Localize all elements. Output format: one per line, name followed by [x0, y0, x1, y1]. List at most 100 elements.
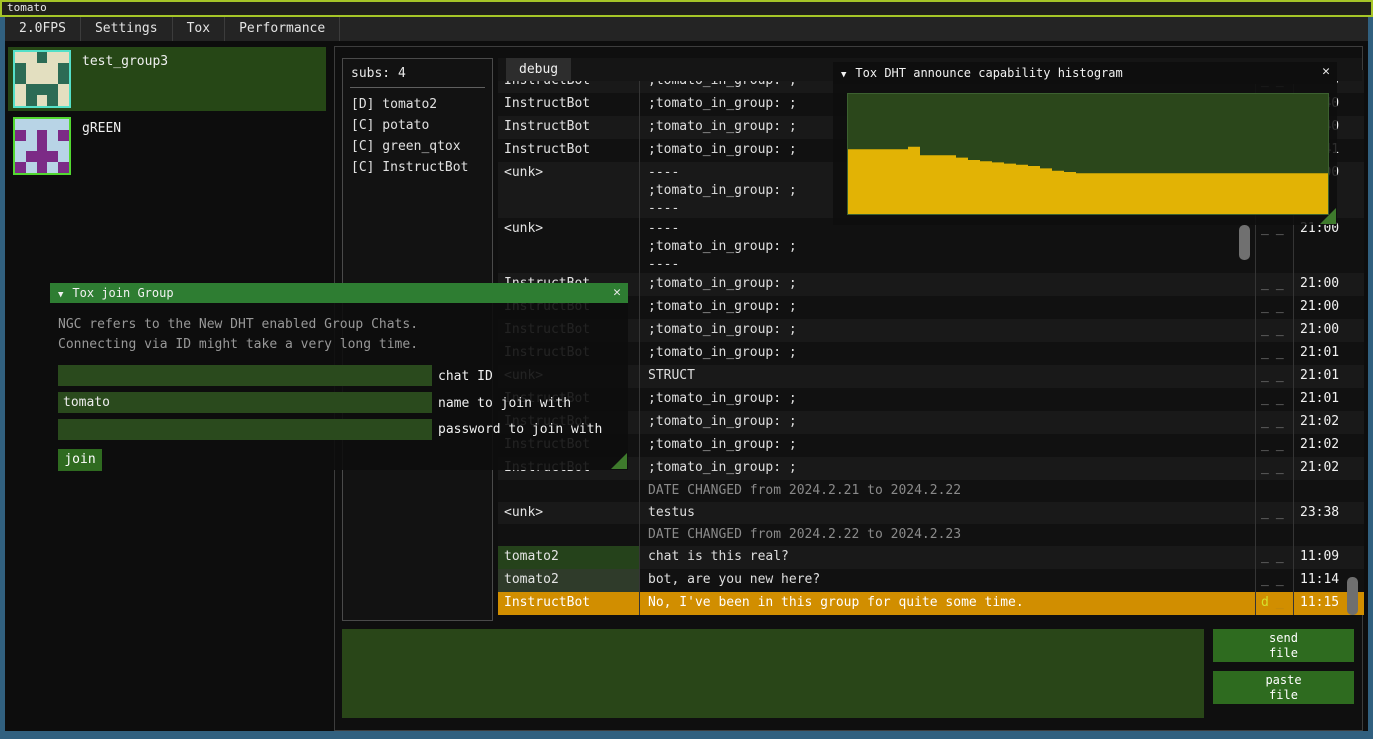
paste-file-label-2: file — [1213, 688, 1354, 703]
join-name-field[interactable] — [58, 392, 432, 413]
chat-message-row[interactable]: <unk>testus__23:38 — [498, 502, 1364, 524]
date-separator-row[interactable]: DATE CHANGED from 2024.2.21 to 2024.2.22 — [498, 480, 1364, 502]
message-text: DATE CHANGED from 2024.2.22 to 2024.2.23 — [640, 524, 1255, 546]
subs-list-item[interactable]: [D] tomato2 — [343, 94, 492, 115]
delivery-status — [1255, 480, 1293, 502]
menu-item-2-0fps[interactable]: 2.0FPS — [5, 17, 81, 41]
app-root: tomato 2.0FPSSettingsToxPerformance test… — [0, 0, 1373, 739]
resize-grip[interactable] — [1320, 208, 1336, 224]
timestamp: 21:02 — [1293, 434, 1345, 457]
chat-message-row[interactable]: InstructBotNo, I've been in this group f… — [498, 592, 1364, 615]
message-input[interactable] — [342, 629, 1204, 718]
collapse-icon[interactable]: ▼ — [841, 70, 846, 80]
join-desc-line1: NGC refers to the New DHT enabled Group … — [58, 317, 418, 332]
chat-scrollbar-thumb[interactable] — [1347, 577, 1358, 615]
collapse-icon[interactable]: ▼ — [58, 290, 63, 300]
group-list: test_group3 gREEN — [8, 47, 326, 181]
message-text: ;tomato_in_group: ; — [640, 388, 1255, 411]
send-file-label-2: file — [1213, 646, 1354, 661]
chat-message-row[interactable]: tomato2chat is this real?__11:09 — [498, 546, 1364, 569]
group-item-test_group3[interactable]: test_group3 — [8, 47, 326, 111]
paste-file-label-1: paste — [1213, 673, 1354, 688]
send-file-label-1: send — [1213, 631, 1354, 646]
sender-name: <unk> — [498, 502, 640, 524]
chat-message-row[interactable]: <unk>----;tomato_in_group: ;----__21:00 — [498, 218, 1364, 273]
histogram-titlebar[interactable]: ▼Tox DHT announce capability histogram ✕ — [833, 62, 1337, 84]
message-text: STRUCT — [640, 365, 1255, 388]
delivery-status: __ — [1255, 502, 1293, 524]
subs-list-item[interactable]: [C] InstructBot — [343, 157, 492, 178]
subs-count: subs: 4 — [343, 59, 492, 85]
chat-id-field[interactable] — [58, 365, 432, 386]
join-button[interactable]: join — [58, 449, 102, 471]
message-text: ----;tomato_in_group: ;---- — [640, 218, 1255, 273]
sender-name: tomato2 — [498, 546, 640, 569]
menu-item-settings[interactable]: Settings — [81, 17, 173, 41]
paste-file-button[interactable]: paste file — [1213, 671, 1354, 704]
group-name: gREEN — [82, 121, 121, 136]
delivery-status: __ — [1255, 365, 1293, 388]
histogram-chart — [848, 94, 1328, 214]
sender-name: <unk> — [498, 162, 640, 218]
delivery-status: d_ — [1255, 592, 1293, 615]
delivery-status: __ — [1255, 342, 1293, 365]
chat-id-label: chat ID — [438, 369, 493, 384]
sender-name — [498, 480, 640, 502]
delivery-status: __ — [1255, 388, 1293, 411]
tab-debug[interactable]: debug — [506, 58, 571, 81]
subs-list-item[interactable]: [C] potato — [343, 115, 492, 136]
timestamp: 21:02 — [1293, 457, 1345, 480]
group-avatar — [13, 50, 71, 108]
timestamp: 11:14 — [1293, 569, 1345, 592]
group-avatar — [13, 117, 71, 175]
message-text: chat is this real? — [640, 546, 1255, 569]
separator — [350, 87, 485, 88]
date-separator-row[interactable]: DATE CHANGED from 2024.2.22 to 2024.2.23 — [498, 524, 1364, 546]
menu-item-performance[interactable]: Performance — [225, 17, 340, 41]
message-text: ;tomato_in_group: ; — [640, 319, 1255, 342]
menu-item-tox[interactable]: Tox — [173, 17, 225, 41]
timestamp: 21:02 — [1293, 411, 1345, 434]
window-frame-bottom — [0, 731, 1373, 739]
window-titlebar[interactable]: tomato — [0, 0, 1373, 17]
timestamp: 23:38 — [1293, 502, 1345, 524]
histogram-window: ▼Tox DHT announce capability histogram ✕ — [833, 62, 1337, 225]
timestamp: 21:01 — [1293, 342, 1345, 365]
delivery-status: __ — [1255, 434, 1293, 457]
join-group-title: Tox join Group — [72, 286, 173, 300]
window-frame-left — [0, 17, 5, 731]
message-text: No, I've been in this group for quite so… — [640, 592, 1255, 615]
send-file-button[interactable]: send file — [1213, 629, 1354, 662]
message-text: ;tomato_in_group: ; — [640, 342, 1255, 365]
message-scrollbar-thumb[interactable] — [1239, 225, 1250, 260]
timestamp: 21:00 — [1293, 319, 1345, 342]
delivery-status: __ — [1255, 273, 1293, 296]
delivery-status: __ — [1255, 319, 1293, 342]
menu-bar: 2.0FPSSettingsToxPerformance — [5, 17, 1368, 41]
join-desc-line2: Connecting via ID might take a very long… — [58, 337, 418, 352]
message-text: DATE CHANGED from 2024.2.21 to 2024.2.22 — [640, 480, 1255, 502]
timestamp: 21:01 — [1293, 365, 1345, 388]
message-text: testus — [640, 502, 1255, 524]
resize-grip[interactable] — [611, 453, 627, 469]
subs-list-item[interactable]: [C] green_qtox — [343, 136, 492, 157]
sender-name: tomato2 — [498, 569, 640, 592]
join-group-titlebar[interactable]: ▼ Tox join Group ✕ — [50, 283, 628, 303]
delivery-status: __ — [1255, 546, 1293, 569]
delivery-status: __ — [1255, 218, 1293, 273]
delivery-status — [1255, 524, 1293, 546]
window-frame-right — [1368, 17, 1373, 731]
close-icon[interactable]: ✕ — [613, 283, 621, 303]
message-text: ;tomato_in_group: ; — [640, 434, 1255, 457]
group-item-green[interactable]: gREEN — [8, 114, 326, 178]
join-name-label: name to join with — [438, 396, 571, 411]
window-title: tomato — [7, 1, 47, 14]
message-text: ;tomato_in_group: ; — [640, 457, 1255, 480]
delivery-status: __ — [1255, 411, 1293, 434]
close-icon[interactable]: ✕ — [1322, 62, 1330, 82]
timestamp: 11:09 — [1293, 546, 1345, 569]
sender-name — [498, 524, 640, 546]
join-password-field[interactable] — [58, 419, 432, 440]
chat-message-row[interactable]: tomato2bot, are you new here?__11:14 — [498, 569, 1364, 592]
message-text: ;tomato_in_group: ; — [640, 411, 1255, 434]
